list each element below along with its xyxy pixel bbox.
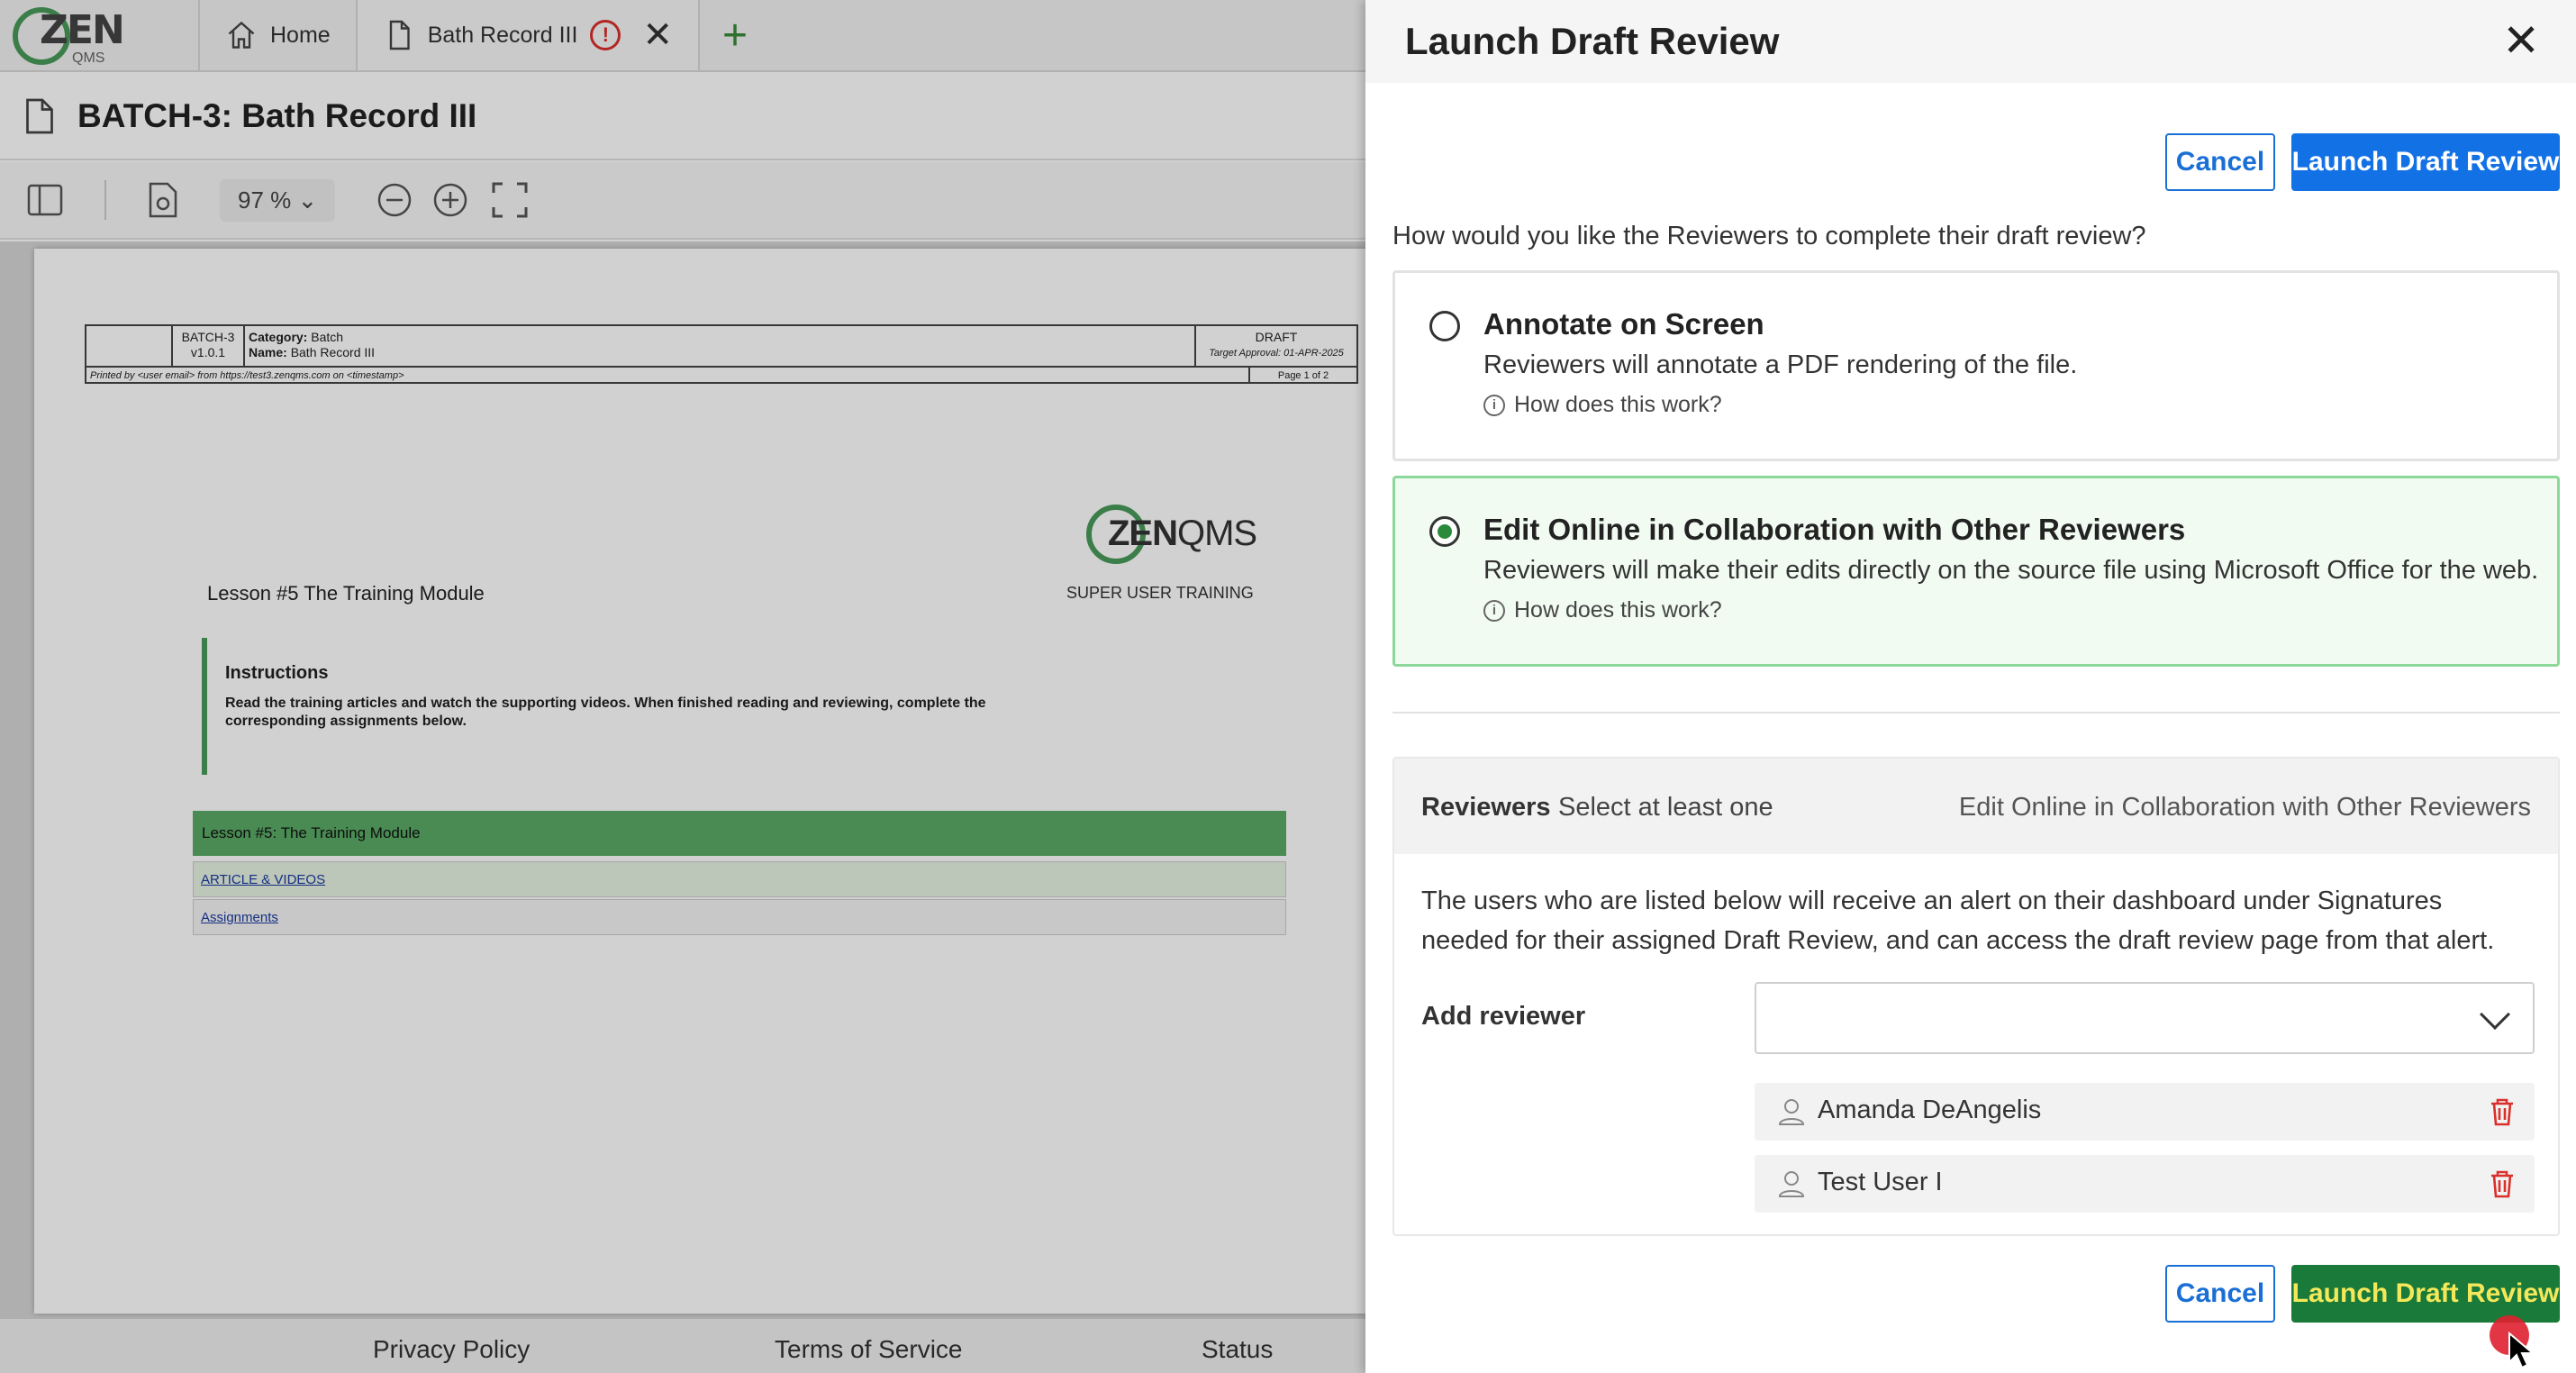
help-link-text: How does this work? [1514, 392, 1722, 417]
add-reviewer-select[interactable] [1755, 982, 2535, 1054]
option-description: Reviewers will annotate a PDF rendering … [1483, 350, 2078, 379]
review-method-question: How would you like the Reviewers to comp… [1392, 222, 2146, 250]
trash-icon[interactable] [2486, 1096, 2518, 1128]
close-icon[interactable]: ✕ [2502, 18, 2540, 63]
cancel-button-top[interactable]: Cancel [2165, 133, 2275, 191]
launch-draft-review-button-bottom[interactable]: Launch Draft Review [2291, 1265, 2560, 1323]
reviewer-name: Test User I [1818, 1168, 1943, 1196]
info-icon: i [1483, 599, 1505, 622]
how-does-this-work-link[interactable]: i How does this work? [1483, 392, 1722, 418]
radio-annotate[interactable] [1429, 311, 1460, 341]
reviewers-hint: Select at least one [1558, 793, 1773, 822]
option-description: Reviewers will make their edits directly… [1483, 556, 2539, 585]
cancel-button-bottom[interactable]: Cancel [2165, 1265, 2275, 1323]
add-reviewer-label: Add reviewer [1421, 1002, 1586, 1031]
radio-edit-online[interactable] [1429, 516, 1460, 547]
reviewer-item: Amanda DeAngelis [1755, 1083, 2535, 1141]
option-annotate-on-screen[interactable]: Annotate on Screen Reviewers will annota… [1392, 270, 2560, 461]
reviewer-name: Amanda DeAngelis [1818, 1096, 2042, 1124]
reviewers-mode: Edit Online in Collaboration with Other … [1958, 793, 2531, 822]
launch-draft-review-drawer: Launch Draft Review ✕ Cancel Launch Draf… [1365, 0, 2576, 1373]
option-edit-online[interactable]: Edit Online in Collaboration with Other … [1392, 476, 2560, 667]
drawer-header: Launch Draft Review ✕ [1365, 0, 2576, 83]
section-divider [1392, 712, 2560, 714]
mouse-cursor-icon [2508, 1332, 2535, 1369]
user-icon [1778, 1099, 1805, 1125]
modal-backdrop[interactable] [0, 0, 1365, 1373]
launch-draft-review-button-top[interactable]: Launch Draft Review [2291, 133, 2560, 191]
reviewers-label: Reviewers [1421, 793, 1551, 822]
info-icon: i [1483, 394, 1505, 416]
how-does-this-work-link[interactable]: i How does this work? [1483, 597, 1722, 623]
chevron-down-icon [2480, 999, 2510, 1030]
help-link-text: How does this work? [1514, 597, 1722, 623]
reviewers-header: Reviewers Select at least one Edit Onlin… [1394, 759, 2558, 854]
trash-icon[interactable] [2486, 1168, 2518, 1200]
drawer-title: Launch Draft Review [1405, 20, 1780, 62]
reviewers-description: The users who are listed below will rece… [1421, 887, 2495, 955]
reviewers-panel: Reviewers Select at least one Edit Onlin… [1392, 757, 2560, 1236]
option-title: Edit Online in Collaboration with Other … [1483, 513, 2186, 546]
user-icon [1778, 1171, 1805, 1197]
option-title: Annotate on Screen [1483, 307, 1764, 341]
reviewer-item: Test User I [1755, 1155, 2535, 1213]
